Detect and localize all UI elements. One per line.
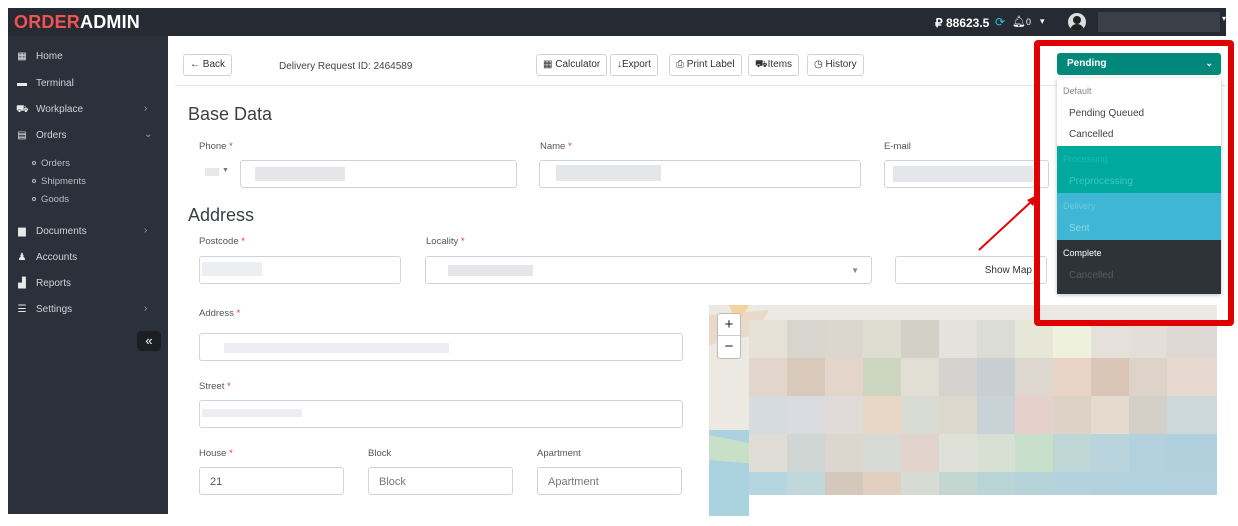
top-navbar: ORDERADMIN ₽ 88623.5 ⟳ 🔔︎ 0 ▾ ▾ bbox=[8, 8, 1226, 36]
name-label: Name * bbox=[540, 141, 572, 152]
user-icon: ♟ bbox=[17, 252, 27, 263]
print-label-button[interactable]: ⎙ Print Label bbox=[669, 54, 742, 76]
report-icon: ▟ bbox=[18, 278, 26, 289]
zoom-in-button[interactable]: + bbox=[718, 314, 740, 336]
apartment-field[interactable]: Apartment bbox=[537, 467, 682, 495]
address-field[interactable] bbox=[199, 333, 683, 361]
chevron-down-icon[interactable]: ▾ bbox=[1040, 16, 1045, 27]
chevron-down-icon: ▼ bbox=[851, 266, 859, 275]
circle-icon bbox=[32, 179, 36, 184]
map-view[interactable]: + − bbox=[709, 305, 1217, 516]
phone-label: Phone * bbox=[199, 141, 233, 152]
app-logo[interactable]: ORDERADMIN bbox=[14, 12, 140, 33]
postcode-field[interactable] bbox=[199, 256, 401, 284]
circle-icon bbox=[32, 197, 36, 202]
calculator-icon: ▦ bbox=[543, 59, 553, 70]
sliders-icon: ☰ bbox=[17, 304, 27, 315]
delivery-request-id: Delivery Request ID: 2464589 bbox=[279, 61, 413, 72]
history-button[interactable]: ◷ History bbox=[807, 54, 864, 76]
country-flag-icon[interactable] bbox=[205, 168, 219, 176]
redacted-value bbox=[893, 166, 1033, 182]
sidebar-subitem-shipments[interactable]: Shipments bbox=[32, 176, 86, 187]
export-button[interactable]: ↓Export bbox=[610, 54, 658, 76]
chevron-right-icon: › bbox=[144, 303, 148, 314]
sidebar-item-reports[interactable]: ▟ Reports bbox=[8, 273, 168, 295]
sidebar-item-documents[interactable]: ▆ Documents › bbox=[8, 221, 168, 243]
terminal-icon: ▬ bbox=[17, 78, 27, 89]
map-tiles bbox=[709, 305, 1217, 516]
avatar[interactable] bbox=[1068, 13, 1086, 31]
sidebar-item-workplace[interactable]: ⛟ Workplace › bbox=[8, 99, 168, 121]
apartment-label: Apartment bbox=[537, 448, 581, 459]
redacted-value bbox=[202, 409, 302, 417]
show-map-button[interactable]: Show Map bbox=[895, 256, 1047, 284]
redacted-value bbox=[255, 167, 345, 181]
highlight-frame bbox=[1034, 40, 1234, 326]
address-title: Address bbox=[188, 205, 255, 225]
printer-icon: ⎙ bbox=[676, 59, 684, 70]
clock-icon: ◷ bbox=[814, 59, 823, 70]
redacted-value bbox=[202, 262, 262, 276]
collapse-sidebar-button[interactable]: « bbox=[137, 331, 161, 351]
redacted-value bbox=[448, 265, 533, 276]
sidebar-item-settings[interactable]: ☰ Settings › bbox=[8, 299, 168, 321]
calculator-button[interactable]: ▦ Calculator bbox=[536, 54, 608, 76]
sidebar-item-orders[interactable]: ▤ Orders ⌄ bbox=[8, 125, 168, 147]
sidebar-item-accounts[interactable]: ♟ Accounts bbox=[8, 247, 168, 269]
name-field[interactable] bbox=[539, 160, 861, 188]
chevron-down-icon[interactable]: ▼ bbox=[222, 167, 229, 174]
sidebar-item-home[interactable]: ▦ Home bbox=[8, 46, 168, 68]
user-menu[interactable] bbox=[1098, 12, 1220, 32]
email-label: E-mail bbox=[884, 141, 911, 152]
chevron-right-icon: › bbox=[144, 225, 148, 236]
truck-icon: ⛟ bbox=[16, 104, 29, 115]
sidebar-subitem-orders[interactable]: Orders bbox=[32, 158, 70, 169]
inbox-icon: ▤ bbox=[17, 130, 27, 141]
sidebar: ▦ Home ▬ Terminal ⛟ Workplace › ▤ Orders… bbox=[8, 36, 168, 514]
grid-icon: ▦ bbox=[17, 51, 27, 62]
street-field[interactable] bbox=[199, 400, 683, 428]
notification-count: 0 bbox=[1026, 17, 1032, 27]
refresh-icon[interactable]: ⟳ bbox=[995, 15, 1005, 29]
block-field[interactable]: Block bbox=[368, 467, 513, 495]
redacted-value bbox=[224, 343, 449, 353]
locality-label: Locality * bbox=[426, 236, 465, 247]
locality-select[interactable]: ▼ bbox=[425, 256, 872, 284]
map-zoom-control: + − bbox=[717, 313, 741, 359]
house-label: House * bbox=[199, 448, 233, 459]
block-label: Block bbox=[368, 448, 392, 459]
sidebar-item-terminal[interactable]: ▬ Terminal bbox=[8, 73, 168, 95]
truck-icon: ⛟ bbox=[755, 59, 768, 70]
circle-icon bbox=[32, 161, 36, 166]
items-button[interactable]: ⛟Items bbox=[748, 54, 800, 76]
street-label: Street * bbox=[199, 381, 231, 392]
sidebar-subitem-goods[interactable]: Goods bbox=[32, 194, 69, 205]
bell-icon[interactable]: 🔔︎ bbox=[1012, 15, 1026, 28]
chevron-down-icon: ⌄ bbox=[144, 129, 153, 140]
redacted-value bbox=[556, 165, 661, 181]
chevron-down-icon[interactable]: ▾ bbox=[1222, 14, 1226, 23]
base-data-title: Base Data bbox=[188, 104, 273, 124]
phone-field[interactable] bbox=[240, 160, 517, 188]
chevron-right-icon: › bbox=[144, 103, 148, 114]
back-button[interactable]: ← Back bbox=[183, 54, 233, 76]
account-balance: ₽ 88623.5 bbox=[935, 16, 990, 30]
address-label: Address * bbox=[199, 308, 241, 319]
document-icon: ▆ bbox=[18, 226, 26, 237]
zoom-out-button[interactable]: − bbox=[718, 336, 740, 358]
postcode-label: Postcode * bbox=[199, 236, 245, 247]
house-field[interactable]: 21 bbox=[199, 467, 344, 495]
email-field[interactable] bbox=[884, 160, 1049, 188]
